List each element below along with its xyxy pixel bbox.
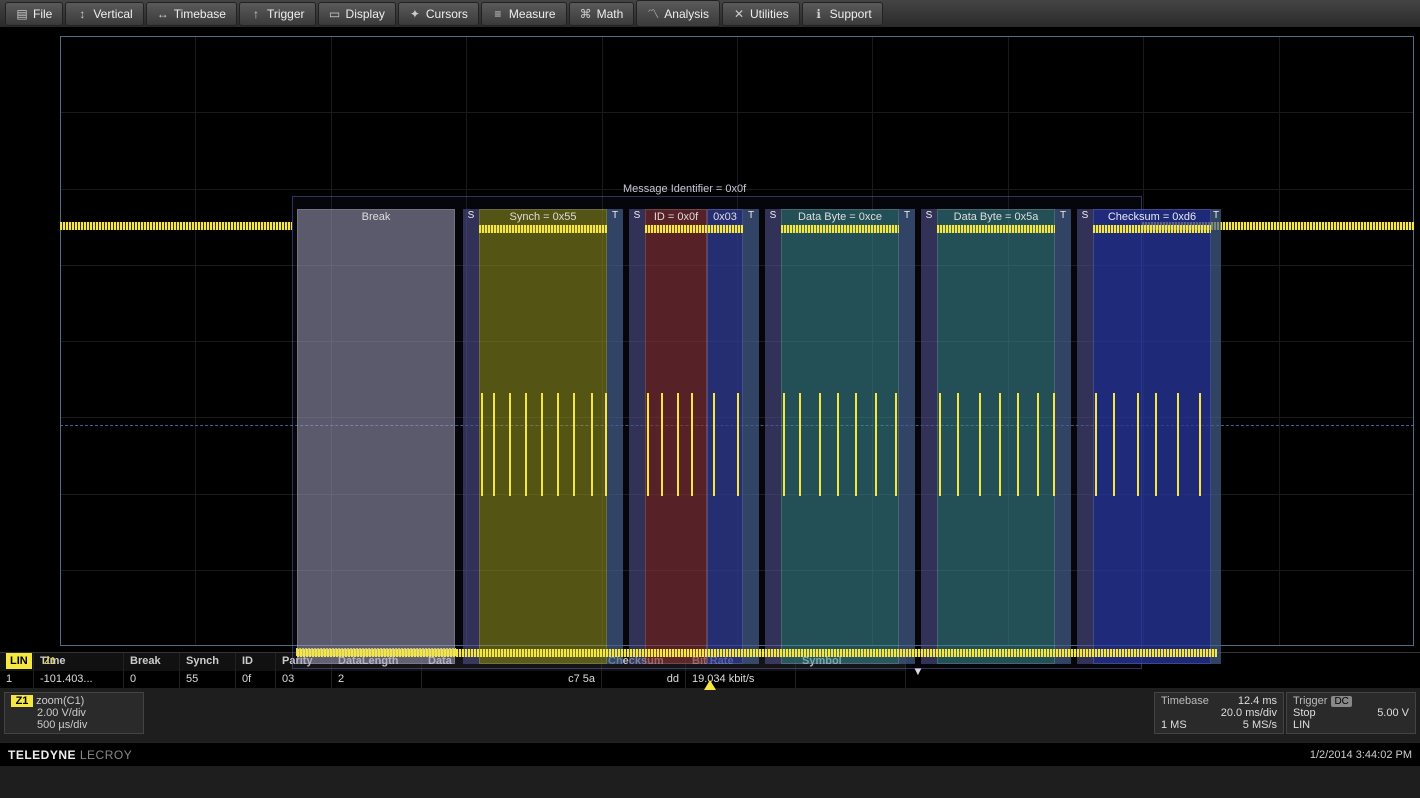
lin-badge: LIN bbox=[6, 653, 32, 669]
menu-file[interactable]: ▤ File bbox=[5, 2, 63, 26]
val-id: 0f bbox=[236, 671, 276, 689]
menu-analysis[interactable]: 〽 Analysis bbox=[636, 0, 720, 27]
val-parity: 03 bbox=[276, 671, 332, 689]
val-checksum: dd bbox=[602, 671, 686, 689]
menu-file-label: File bbox=[33, 7, 52, 21]
menu-cursors-label: Cursors bbox=[426, 7, 468, 21]
wave-high-id bbox=[645, 225, 743, 233]
file-icon: ▤ bbox=[16, 7, 28, 21]
timebase-title: Timebase bbox=[1161, 695, 1209, 707]
field-data1-label: Data Byte = 0xce bbox=[782, 210, 898, 224]
waveform-pulses bbox=[293, 393, 1141, 496]
trigger-level: 5.00 V bbox=[1377, 707, 1409, 719]
measure-icon: ≡ bbox=[492, 7, 504, 21]
trigger-position-marker[interactable] bbox=[704, 680, 716, 690]
chip-t-checksum: T bbox=[1211, 209, 1221, 664]
trigger-icon: ↑ bbox=[250, 7, 262, 21]
hdr-id: ID bbox=[236, 653, 276, 671]
timebase-pos: 12.4 ms bbox=[1238, 695, 1277, 707]
z1-name: zoom(C1) bbox=[36, 695, 84, 707]
waveform-area[interactable]: Message Identifier = 0x0f Break S Synch … bbox=[0, 28, 1420, 652]
wave-low-overall bbox=[297, 649, 1217, 657]
analysis-icon: 〽 bbox=[647, 5, 659, 22]
field-id-label: ID = 0x0f bbox=[646, 210, 706, 224]
menu-trigger-label: Trigger bbox=[267, 7, 305, 21]
val-break: 0 bbox=[124, 671, 180, 689]
menu-utilities[interactable]: ✕ Utilities bbox=[722, 2, 800, 26]
menu-math[interactable]: ⌘ Math bbox=[569, 2, 635, 26]
menu-support[interactable]: ℹ Support bbox=[802, 2, 883, 26]
vertical-icon: ↕ bbox=[76, 7, 88, 21]
support-icon: ℹ bbox=[813, 7, 825, 21]
field-data2-label: Data Byte = 0x5a bbox=[938, 210, 1054, 224]
menu-measure[interactable]: ≡ Measure bbox=[481, 2, 567, 26]
datetime: 1/2/2014 3:44:02 PM bbox=[1310, 749, 1412, 761]
brand-row: TELEDYNE LECROY 1/2/2014 3:44:02 PM bbox=[0, 742, 1420, 766]
menubar: ▤ File ↕ Vertical ↔ Timebase ↑ Trigger ▭ Disp… bbox=[0, 0, 1420, 28]
val-data: c7 5a bbox=[422, 671, 602, 689]
cursors-icon: ✦ bbox=[409, 7, 421, 21]
menu-measure-label: Measure bbox=[509, 7, 556, 21]
timebase-rate: 5 MS/s bbox=[1243, 719, 1277, 731]
timebase-icon: ↔ bbox=[157, 7, 169, 21]
display-icon: ▭ bbox=[329, 7, 341, 21]
trigger-source: LIN bbox=[1293, 719, 1310, 731]
menu-display-label: Display bbox=[346, 7, 385, 21]
menu-cursors[interactable]: ✦ Cursors bbox=[398, 2, 479, 26]
dc-badge: DC bbox=[1331, 696, 1351, 707]
timebase-tdiv: 20.0 ms/div bbox=[1221, 707, 1277, 719]
menu-utilities-label: Utilities bbox=[750, 7, 789, 21]
val-symbol bbox=[796, 671, 906, 689]
menu-vertical-label: Vertical bbox=[93, 7, 132, 21]
menu-support-label: Support bbox=[830, 7, 872, 21]
trigger-mode: Stop bbox=[1293, 707, 1316, 719]
protocol-overlay: Message Identifier = 0x0f Break S Synch … bbox=[292, 196, 1142, 669]
menu-vertical[interactable]: ↕ Vertical bbox=[65, 2, 143, 26]
timebase-box[interactable]: Timebase 12.4 ms 20.0 ms/div 1 MS 5 MS/s bbox=[1154, 692, 1284, 734]
menu-math-label: Math bbox=[597, 7, 624, 21]
math-icon: ⌘ bbox=[580, 7, 592, 21]
val-time: -101.403... bbox=[34, 671, 124, 689]
wave-high-synch bbox=[479, 225, 607, 233]
val-bitrate: 19.034 kbit/s bbox=[686, 671, 796, 689]
field-synch-label: Synch = 0x55 bbox=[480, 210, 606, 224]
hdr-break: Break bbox=[124, 653, 180, 671]
menu-timebase-label: Timebase bbox=[174, 7, 226, 21]
menu-timebase[interactable]: ↔ Timebase bbox=[146, 2, 237, 26]
wave-high-d1 bbox=[781, 225, 899, 233]
footer-panel: LIN 1 Time-101.403... Break0 Synch55 ID0… bbox=[0, 652, 1420, 798]
menu-display[interactable]: ▭ Display bbox=[318, 2, 396, 26]
z1-settings-box[interactable]: Z1 zoom(C1) 2.00 V/div 500 µs/div bbox=[4, 692, 144, 734]
field-break-label: Break bbox=[298, 210, 454, 224]
z1-tdiv: 500 µs/div bbox=[11, 719, 137, 731]
z1-vdiv: 2.00 V/div bbox=[11, 707, 137, 719]
timebase-mem: 1 MS bbox=[1161, 719, 1187, 731]
wave-high-ck bbox=[1093, 225, 1211, 233]
val-datalength: 2 bbox=[332, 671, 422, 689]
channel-boxes: Z1 zoom(C1) 2.00 V/div 500 µs/div bbox=[4, 692, 144, 734]
z1-tag: Z1 bbox=[11, 695, 33, 707]
menu-trigger[interactable]: ↑ Trigger bbox=[239, 2, 316, 26]
brand-logo: TELEDYNE LECROY bbox=[8, 748, 132, 762]
hdr-synch: Synch bbox=[180, 653, 236, 671]
trigger-box[interactable]: Trigger DC Stop 5.00 V LIN bbox=[1286, 692, 1416, 734]
protocol-message-title: Message Identifier = 0x0f bbox=[623, 183, 746, 195]
wave-high-d2 bbox=[937, 225, 1055, 233]
status-row: Z1 zoom(C1) 2.00 V/div 500 µs/div Timeba… bbox=[0, 688, 1420, 742]
trigger-title: Trigger bbox=[1293, 695, 1327, 707]
decode-idx: 1 bbox=[0, 671, 34, 689]
z1-marker: Z1 bbox=[44, 656, 56, 667]
val-synch: 55 bbox=[180, 671, 236, 689]
menu-analysis-label: Analysis bbox=[664, 7, 709, 21]
utilities-icon: ✕ bbox=[733, 7, 745, 21]
field-parity-label: 0x03 bbox=[708, 210, 742, 224]
waveform-trace-left bbox=[60, 222, 292, 230]
field-checksum-label: Checksum = 0xd6 bbox=[1094, 210, 1210, 224]
